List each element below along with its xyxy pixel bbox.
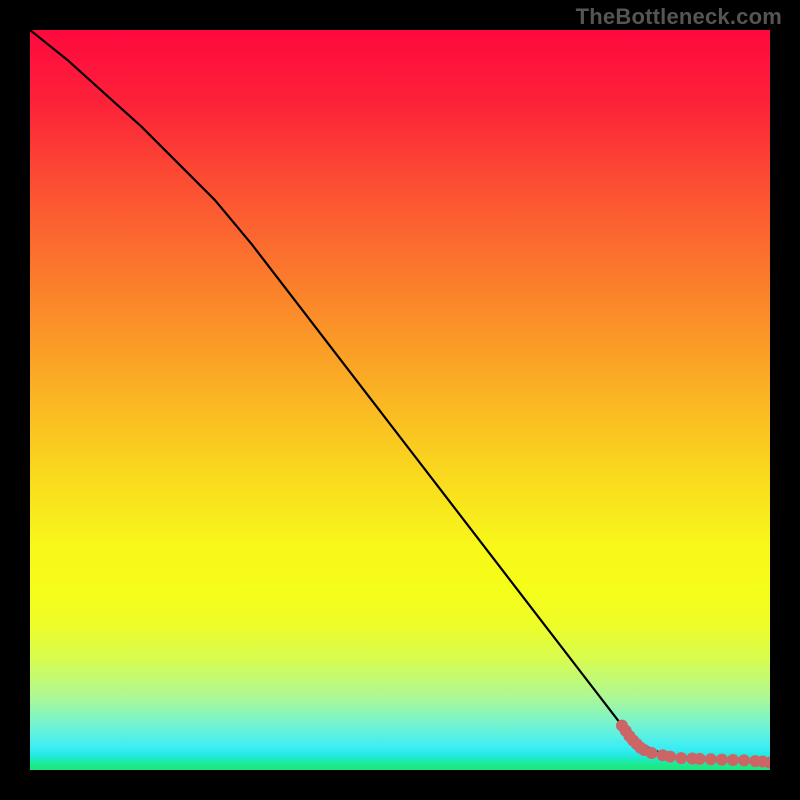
data-point (727, 754, 739, 766)
data-point (664, 751, 676, 763)
attribution-label: TheBottleneck.com (576, 4, 782, 30)
data-point (738, 754, 750, 766)
plot-background (30, 30, 770, 770)
data-point (705, 753, 717, 765)
data-point (675, 752, 687, 764)
plot-area (30, 30, 770, 770)
chart-frame: TheBottleneck.com (0, 0, 800, 800)
data-point (646, 747, 658, 759)
data-point (694, 753, 706, 765)
chart-svg (30, 30, 770, 770)
data-point (716, 754, 728, 766)
